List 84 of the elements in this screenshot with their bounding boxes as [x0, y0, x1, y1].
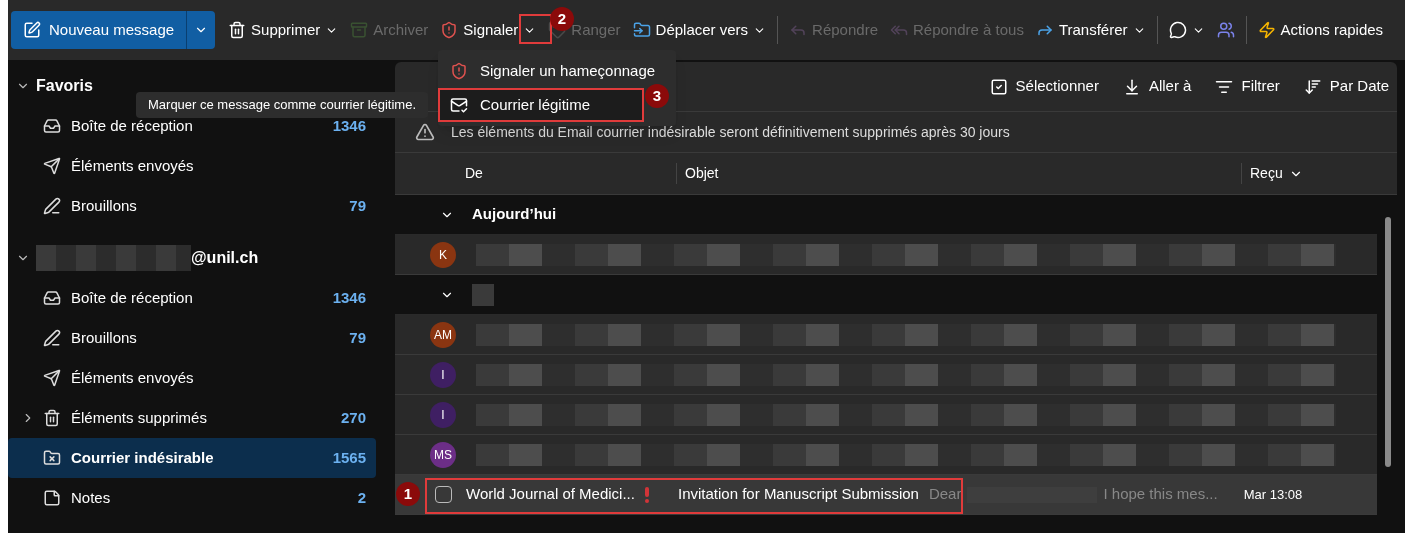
checkbox[interactable] — [435, 486, 452, 503]
avatar: I — [430, 361, 456, 388]
note-icon — [43, 489, 61, 507]
shield-icon — [440, 21, 459, 39]
folder-item[interactable]: Éléments envoyés — [8, 146, 376, 186]
folder-item[interactable]: Notes 2 — [8, 478, 376, 518]
message-row[interactable]: I — [395, 395, 1377, 435]
new-message-button[interactable]: Nouveau message — [11, 11, 187, 49]
message-row[interactable]: K — [395, 235, 1377, 275]
chat-bubble-icon — [1168, 21, 1187, 39]
folder-name: Brouillons — [71, 195, 138, 216]
subject: Invitation for Manuscript Submission — [678, 484, 919, 505]
select-icon — [989, 77, 1008, 96]
trash-icon — [43, 409, 61, 427]
section-title[interactable]: Favoris — [36, 74, 93, 98]
pixelated-block — [472, 283, 494, 306]
people-icon — [1216, 21, 1235, 39]
section-title[interactable]: @unil.ch — [191, 246, 259, 270]
folder-name: Courrier indésirable — [71, 447, 215, 468]
column-header[interactable]: Objet — [677, 163, 1241, 184]
folder-blocked-icon — [43, 449, 61, 467]
folder-arrow-icon — [632, 21, 651, 39]
toolbar-button[interactable]: Supprimer — [223, 13, 344, 47]
toolbar-button[interactable]: Actions rapides — [1252, 13, 1389, 47]
avatar: MS — [430, 441, 456, 468]
send-icon — [43, 157, 61, 175]
folder-name: Brouillons — [71, 327, 138, 348]
unread-count: 1346 — [332, 115, 366, 136]
group-heading: Aujourd’hui — [472, 204, 557, 225]
tooltip: Marquer ce message comme courrier légitime. — [136, 92, 429, 118]
unread-count: 1346 — [332, 287, 366, 308]
avatar: K — [430, 241, 456, 268]
sort-icon — [1303, 77, 1322, 96]
banner-message: Les éléments du Email courrier indésirable seront définitivement supprimés après 30 jours — [451, 122, 1010, 142]
unread-count: 2 — [357, 487, 366, 508]
archive-icon — [350, 21, 369, 39]
scrollbar[interactable] — [1385, 217, 1391, 467]
preview-text: I hope this mes... — [1103, 484, 1218, 505]
new-message-dropdown[interactable] — [186, 11, 216, 49]
toolbar-button[interactable]: Signaler — [435, 13, 542, 47]
compose-icon — [23, 21, 41, 39]
list-toolbar-button[interactable]: Filtrer — [1215, 75, 1280, 98]
folder-item[interactable]: Éléments envoyés — [8, 358, 376, 398]
avatar: I — [430, 401, 456, 428]
list-toolbar-button[interactable]: Aller à — [1122, 75, 1192, 98]
inbox-icon — [43, 117, 61, 135]
folder-name: Boîte de réception — [71, 287, 194, 308]
lightning-icon — [1257, 21, 1276, 39]
preview-text: Dear — [928, 484, 962, 505]
unread-count: 270 — [340, 407, 366, 428]
sender-name: World Journal of Medici... — [466, 484, 636, 505]
received-time: Mar 13:08 — [1243, 485, 1303, 504]
folder-name: Notes — [71, 487, 112, 508]
warning-icon — [415, 122, 435, 142]
envelope-check-icon — [450, 96, 468, 114]
toolbar-button[interactable]: Transférer — [1030, 13, 1151, 47]
pen-icon — [43, 197, 61, 215]
column-header[interactable]: Reçu — [1241, 163, 1397, 184]
inbox-icon — [43, 289, 61, 307]
trash-icon — [228, 21, 247, 39]
message-row[interactable]: I — [395, 355, 1377, 395]
folder-name: Éléments supprimés — [71, 407, 208, 428]
shield-icon — [450, 62, 468, 80]
folder-name: Éléments envoyés — [71, 367, 195, 388]
unread-count: 1565 — [332, 447, 366, 468]
unread-count: 79 — [349, 195, 366, 216]
folder-name: Boîte de réception — [71, 115, 194, 136]
folder-name: Éléments envoyés — [71, 155, 195, 176]
avatar: AM — [430, 321, 456, 348]
toolbar-button[interactable]: Déplacer vers — [627, 13, 772, 47]
menu-item[interactable]: Courrier légitime — [438, 88, 644, 122]
folder-item[interactable]: Courrier indésirable 1565 — [8, 438, 376, 478]
message-row[interactable]: AM — [395, 315, 1377, 355]
folder-item[interactable]: Brouillons 79 — [8, 186, 376, 226]
message-row[interactable]: MS — [395, 435, 1377, 475]
folder-item[interactable]: Boîte de réception 1346 — [8, 278, 376, 318]
column-header[interactable]: De — [395, 163, 677, 184]
folder-item[interactable]: Éléments supprimés 270 — [8, 398, 376, 438]
unread-count: 79 — [349, 327, 366, 348]
pen-icon — [43, 329, 61, 347]
folder-item[interactable]: Brouillons 79 — [8, 318, 376, 358]
list-toolbar-button[interactable]: Par Date — [1303, 75, 1389, 98]
send-icon — [43, 369, 61, 387]
list-toolbar-button[interactable]: Sélectionner — [989, 75, 1099, 98]
